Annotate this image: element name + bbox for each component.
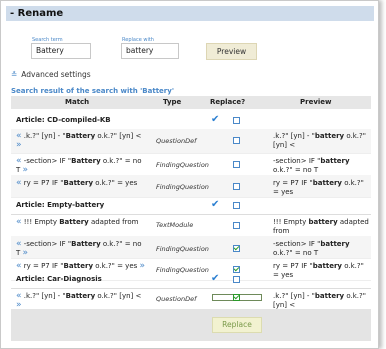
- replace-button[interactable]: Replace: [212, 317, 262, 333]
- match-post: o.k.?" = yes: [93, 262, 138, 270]
- article-select-checkbox[interactable]: [233, 202, 240, 209]
- table-row: « -section> IF "Battery o.k.?" = no T » …: [11, 153, 371, 176]
- match-pre: .k.?" [yn] - ": [23, 132, 66, 140]
- article-row: Article: Car-Diagnosis ✔: [11, 271, 371, 289]
- table-row: « !!! Empty Battery adapted from TextMod…: [11, 214, 371, 237]
- preview-pre: -section> IF ": [273, 240, 321, 248]
- match-post: o.k.?" [yn] <: [95, 292, 142, 300]
- preview-pre: .k.?" [yn] - ": [273, 292, 315, 300]
- match-pre: .k.?" [yn] - ": [23, 292, 66, 300]
- preview-pre: .k.?" [yn] - ": [273, 132, 315, 140]
- prev-context-icon[interactable]: «: [16, 261, 22, 271]
- preview-highlight: battery: [314, 132, 345, 140]
- preview-highlight: battery: [320, 240, 350, 248]
- result-title: Search result of the search with 'Batter…: [11, 87, 174, 95]
- article-row: Article: CD-compiled-KB ✔: [11, 112, 371, 130]
- match-highlight: Battery: [71, 157, 101, 165]
- type-label: FindingQuestion: [156, 183, 209, 191]
- rename-panel: - Rename Search term Battery Replace wit…: [0, 0, 379, 349]
- article-row: Article: Empty-battery ✔: [11, 197, 371, 215]
- advanced-settings-toggle[interactable]: ≛ Advanced settings: [11, 70, 91, 79]
- preview-pre: ry = P7 IF ": [273, 179, 313, 187]
- replace-checkbox[interactable]: [233, 137, 240, 144]
- match-highlight: Battery: [59, 218, 89, 226]
- preview-highlight: battery: [314, 292, 345, 300]
- replace-checkbox[interactable]: [233, 245, 240, 252]
- article-select-checkbox[interactable]: [233, 276, 240, 283]
- prev-context-icon[interactable]: «: [16, 156, 22, 166]
- type-label: FindingQuestion: [156, 161, 209, 169]
- replace-checkbox[interactable]: [233, 222, 240, 229]
- next-context-icon[interactable]: »: [140, 261, 146, 271]
- preview-pre: -section> IF ": [273, 157, 321, 165]
- search-term-input[interactable]: Battery: [31, 43, 91, 59]
- match-highlight: Battery: [63, 262, 94, 270]
- match-post: adapted from: [88, 218, 139, 226]
- col-type: Type: [163, 98, 182, 106]
- next-context-icon[interactable]: »: [23, 248, 29, 258]
- col-match: Match: [65, 98, 90, 106]
- check-all-icon[interactable]: ✔: [211, 273, 219, 284]
- preview-highlight: battery: [312, 179, 342, 187]
- type-label: TextModule: [156, 221, 194, 229]
- match-pre: ry = P7 IF ": [23, 262, 64, 270]
- replace-checkbox[interactable]: [233, 183, 240, 190]
- table-row: « -section> IF "Battery o.k.?" = no T » …: [11, 236, 371, 259]
- col-preview: Preview: [300, 98, 332, 106]
- advanced-settings-label: Advanced settings: [21, 70, 91, 79]
- prev-context-icon[interactable]: «: [16, 217, 22, 227]
- next-context-icon[interactable]: »: [23, 165, 29, 175]
- double-chevron-down-icon: ≛: [11, 70, 18, 79]
- replace-checkbox-focused[interactable]: [212, 294, 262, 301]
- replace-checkbox[interactable]: [233, 294, 240, 301]
- results-table-header: Match Type Replace? Preview: [11, 96, 371, 109]
- match-pre: -section> IF ": [23, 240, 72, 248]
- preview-pre: ry = P7 IF ": [273, 262, 313, 270]
- match-highlight: Battery: [71, 240, 101, 248]
- preview-highlight: battery: [308, 218, 338, 226]
- match-pre: -section> IF ": [23, 157, 72, 165]
- match-pre: ry = P7 IF ": [23, 179, 64, 187]
- table-row: « ry = P7 IF "Battery o.k.?" = yes Findi…: [11, 175, 371, 198]
- match-highlight: Battery: [65, 292, 96, 300]
- preview-post: o.k.?" = no T: [273, 166, 319, 174]
- col-replace: Replace?: [210, 98, 246, 106]
- article-name: Article: CD-compiled-KB: [16, 116, 111, 124]
- preview-highlight: battery: [320, 157, 350, 165]
- replace-with-input[interactable]: battery: [121, 43, 179, 59]
- replace-checkbox[interactable]: [233, 161, 240, 168]
- match-post: o.k.?" = yes: [93, 179, 138, 187]
- check-all-icon[interactable]: ✔: [211, 114, 219, 125]
- prev-context-icon[interactable]: «: [16, 239, 22, 249]
- article-name: Article: Car-Diagnosis: [16, 275, 102, 283]
- type-label: QuestionDef: [156, 137, 197, 145]
- type-label: QuestionDef: [156, 295, 197, 303]
- preview-post: o.k.?" = no T: [273, 249, 319, 257]
- prev-context-icon[interactable]: «: [16, 178, 22, 188]
- preview-pre: !!! Empty: [273, 218, 309, 226]
- table-row: « .k.?" [yn] - "Battery o.k.?" [yn] < » …: [11, 129, 371, 154]
- match-pre: !!! Empty: [23, 218, 60, 226]
- preview-highlight: battery: [312, 262, 342, 270]
- match-highlight: Battery: [65, 132, 96, 140]
- rename-title[interactable]: - Rename: [6, 6, 374, 21]
- next-context-icon[interactable]: »: [16, 140, 22, 150]
- check-all-icon[interactable]: ✔: [211, 199, 219, 210]
- type-label: FindingQuestion: [156, 245, 209, 253]
- table-row: « .k.?" [yn] - "Battery o.k.?" [yn] < » …: [11, 289, 371, 310]
- match-highlight: Battery: [63, 179, 94, 187]
- preview-button[interactable]: Preview: [206, 43, 257, 60]
- action-bar: [11, 309, 371, 341]
- article-select-checkbox[interactable]: [233, 117, 240, 124]
- match-post: o.k.?" [yn] <: [95, 132, 142, 140]
- article-name: Article: Empty-battery: [16, 201, 105, 209]
